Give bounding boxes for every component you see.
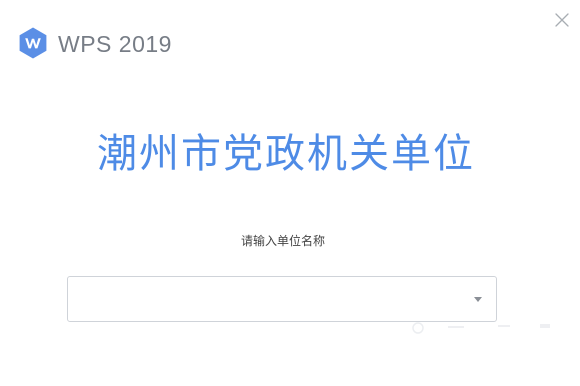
unit-name-prompt: 请输入单位名称 (240, 234, 325, 248)
close-icon (555, 13, 569, 27)
wps-logo-icon (16, 26, 50, 60)
app-title: WPS 2019 (58, 31, 172, 57)
chevron-down-icon (474, 297, 482, 302)
wps-unit-dialog: WPS 2019 潮州市党政机关单位 请输入单位名称 (0, 0, 580, 386)
watermark-icon (412, 322, 550, 334)
close-button[interactable] (552, 10, 572, 30)
organization-headline: 潮州市党政机关单位 (97, 131, 475, 177)
